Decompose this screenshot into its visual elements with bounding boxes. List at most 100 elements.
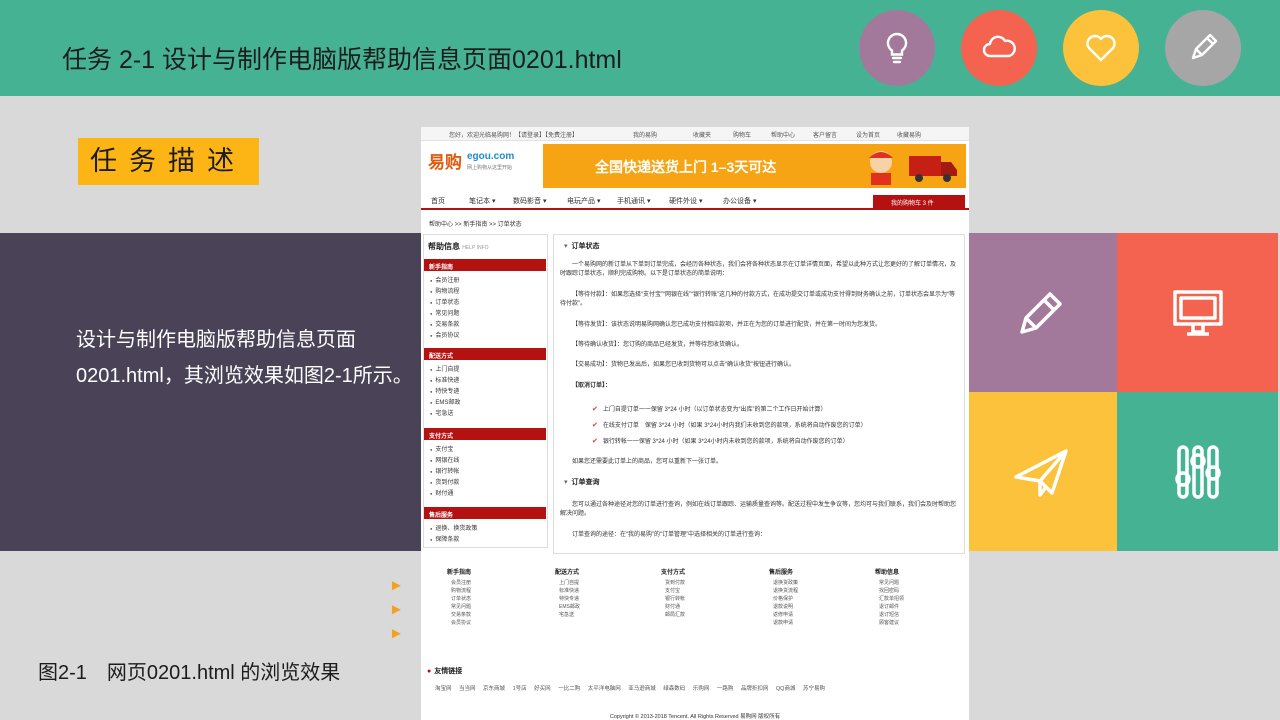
topbar-link[interactable]: 购物车 xyxy=(733,130,751,139)
sidebar-section[interactable]: 配送方式 xyxy=(424,348,546,360)
section-title-order-status: 订单状态 xyxy=(564,241,600,251)
footer-link[interactable]: 购物流程 xyxy=(429,587,533,595)
cancel-rule: 上门自提订单一一保留 3*24 小时（以订单状态变为“出库”的第二个工作日开始计… xyxy=(592,404,827,413)
sidebar-item[interactable]: 网银在线 xyxy=(430,455,459,464)
sidebar-item[interactable]: 宅急送 xyxy=(430,408,453,417)
nav-item[interactable]: 笔记本 ▾ xyxy=(469,196,495,206)
footer-link[interactable]: 退换货流程 xyxy=(751,587,855,595)
pencil-icon xyxy=(1191,33,1218,60)
footer-link[interactable]: 退款申请 xyxy=(751,619,855,627)
reorder-paragraph: 如果您还需要此订单上的商品，您可以重新下一张订单。 xyxy=(572,459,723,465)
footer-link[interactable]: 返修申请 xyxy=(751,611,855,619)
footer-link[interactable]: 会员协议 xyxy=(429,619,533,627)
sidebar-section[interactable]: 新手指南 xyxy=(424,259,546,271)
footer-link[interactable]: 找回密码 xyxy=(857,587,961,595)
sidebar-item[interactable]: EMS邮政 xyxy=(430,397,460,406)
site-logo[interactable]: 易购 xyxy=(428,148,462,173)
topbar-link[interactable]: 客户留言 xyxy=(813,130,837,139)
sidebar-item[interactable]: 特快专递 xyxy=(430,386,459,395)
cart-button[interactable]: 我的购物车 3 件 xyxy=(873,195,965,208)
copyright: Copyright © 2013-2018 Tencent. All Right… xyxy=(609,714,781,720)
nav-item[interactable]: 硬件外设 ▾ xyxy=(669,196,702,206)
monitor-icon xyxy=(1172,289,1223,336)
tile-paper-plane xyxy=(960,392,1121,551)
pencil-icon xyxy=(1019,291,1062,334)
sidebar-item[interactable]: 货到付款 xyxy=(430,477,459,486)
nav-item[interactable]: 电玩产品 ▾ xyxy=(567,196,600,206)
footer-link[interactable]: 银行转帐 xyxy=(643,595,747,603)
delivery-banner[interactable]: 全国快递送货上门 1–3天可达 xyxy=(543,144,966,188)
nav-item[interactable]: 数码影音 ▾ xyxy=(513,196,546,206)
topbar-link[interactable]: 帮助中心 xyxy=(771,130,795,139)
footer-link[interactable]: 支付宝 xyxy=(643,587,747,595)
footer-link[interactable]: 汇款单招领 xyxy=(857,595,961,603)
footer-link[interactable]: 退订邮件 xyxy=(857,603,961,611)
footer-link[interactable]: 交易条款 xyxy=(429,611,533,619)
slide-header: 任务 2-1 设计与制作电脑版帮助信息页面0201.html xyxy=(0,0,1280,96)
footer-column-head: 帮助信息 xyxy=(875,570,900,576)
sidebar-item[interactable]: 上门自提 xyxy=(430,364,459,373)
footer-link[interactable]: 宅急送 xyxy=(537,611,641,619)
status-paragraph: 【等待付款】：如果您选择“支付宝”“网银在线”“银行转账”这几种的付款方式，在成… xyxy=(560,292,955,307)
sliders-icon xyxy=(1174,444,1221,499)
nav-item[interactable]: 手机通讯 ▾ xyxy=(617,196,650,206)
sidebar-item[interactable]: 财付通 xyxy=(430,488,453,497)
status-paragraph: 【等待发货】：该状态说明易购网确认您已成功支付相应款项，并正在为您的订单进行配货… xyxy=(572,322,882,328)
sidebar-item[interactable]: 银行转帐 xyxy=(430,466,459,475)
topbar-link[interactable]: 设为首页 xyxy=(856,130,880,139)
footer-link[interactable]: 订单状态 xyxy=(429,595,533,603)
sidebar-item[interactable]: 退换、换货政策 xyxy=(430,523,477,532)
footer-link[interactable]: 财付通 xyxy=(643,603,747,611)
slide-title: 任务 2-1 设计与制作电脑版帮助信息页面0201.html xyxy=(62,46,622,74)
footer-link[interactable]: 邮局汇款 xyxy=(643,611,747,619)
sidebar-item[interactable]: 会员注册 xyxy=(430,275,459,284)
footer-column-head: 支付方式 xyxy=(661,570,686,576)
footer-link[interactable]: 常见问题 xyxy=(429,603,533,611)
tile-sliders xyxy=(1117,392,1278,551)
sidebar-item[interactable]: 订单状态 xyxy=(430,297,459,306)
footer-link[interactable]: 上门自提 xyxy=(537,579,641,587)
topbar-link[interactable]: 我的易购 xyxy=(633,130,657,139)
footer-link[interactable]: 价格保护 xyxy=(751,595,855,603)
paper-plane-icon xyxy=(1013,448,1068,497)
footer-link[interactable]: 退换货政策 xyxy=(751,579,855,587)
topbar-link[interactable]: 收藏夹 xyxy=(693,130,711,139)
truck-icon xyxy=(909,156,957,182)
footer-link[interactable]: 会员注册 xyxy=(429,579,533,587)
cancel-rule: 银行转帐一一保留 3*24 小时（如果 3*24小时内未收到您的款项，系统将自动… xyxy=(592,436,849,445)
sidebar-item[interactable]: 保障条款 xyxy=(430,534,459,543)
footer-link[interactable]: 货到付款 xyxy=(643,579,747,587)
sidebar-item[interactable]: 支付宝 xyxy=(430,444,453,453)
topbar-link[interactable]: 收藏易购 xyxy=(897,130,921,139)
sidebar-section[interactable]: 支付方式 xyxy=(424,428,546,440)
nav-item[interactable]: 首页 xyxy=(431,196,445,206)
nav-item[interactable]: 办公设备 ▾ xyxy=(723,196,756,206)
sidebar-item[interactable]: 购物流程 xyxy=(430,286,459,295)
friend-links-title: 友情链接 xyxy=(427,666,462,676)
footer-link[interactable]: EMS邮政 xyxy=(537,603,641,611)
sidebar-item[interactable]: 交易条款 xyxy=(430,319,459,328)
arrow-icon: ► xyxy=(389,577,404,594)
figure-caption: 图2-1 网页0201.html 的浏览效果 xyxy=(38,662,341,684)
sidebar-item[interactable]: 会员协议 xyxy=(430,330,459,339)
footer-link[interactable]: 退款说明 xyxy=(751,603,855,611)
footer-link[interactable]: 标准快递 xyxy=(537,587,641,595)
pencil-circle xyxy=(1165,10,1241,86)
sidebar-item[interactable]: 常见问题 xyxy=(430,308,459,317)
site-slogan: 网上购物从这里开始 xyxy=(467,165,513,171)
footer-link[interactable]: 特快专递 xyxy=(537,595,641,603)
footer-column-head: 售后服务 xyxy=(769,570,794,576)
footer-link[interactable]: 退订短信 xyxy=(857,611,961,619)
webpage-screenshot: 您好，欢迎光临易购网！【请登录】【免费注册】 我的易购 收藏夹 购物车 帮助中心… xyxy=(421,127,969,720)
sidebar-section[interactable]: 售后服务 xyxy=(424,507,546,519)
footer-column: 支付方式 货到付款 支付宝 银行转帐 财付通 邮局汇款 xyxy=(643,567,747,619)
section-title-order-query: 订单查询 xyxy=(564,477,600,487)
footer-link[interactable]: 顾客建议 xyxy=(857,619,961,627)
arrow-icon: ► xyxy=(389,601,404,618)
sidebar-item[interactable]: 标准快递 xyxy=(430,375,459,384)
footer-column: 配送方式 上门自提 标准快递 特快专递 EMS邮政 宅急送 xyxy=(537,567,641,619)
friend-links[interactable]: 淘宝网 当当网 京东商城 1号店 好买网 一比二购 太平洋电脑网 亚马逊商城 绿… xyxy=(435,684,825,692)
help-content: 订单状态 一个易购网的新订单从下单到订单完成，会经历各种状态，我们会将各种状态显… xyxy=(553,234,965,554)
banner-text: 全国快递送货上门 1–3天可达 xyxy=(595,159,777,175)
footer-link[interactable]: 常见问题 xyxy=(857,579,961,587)
